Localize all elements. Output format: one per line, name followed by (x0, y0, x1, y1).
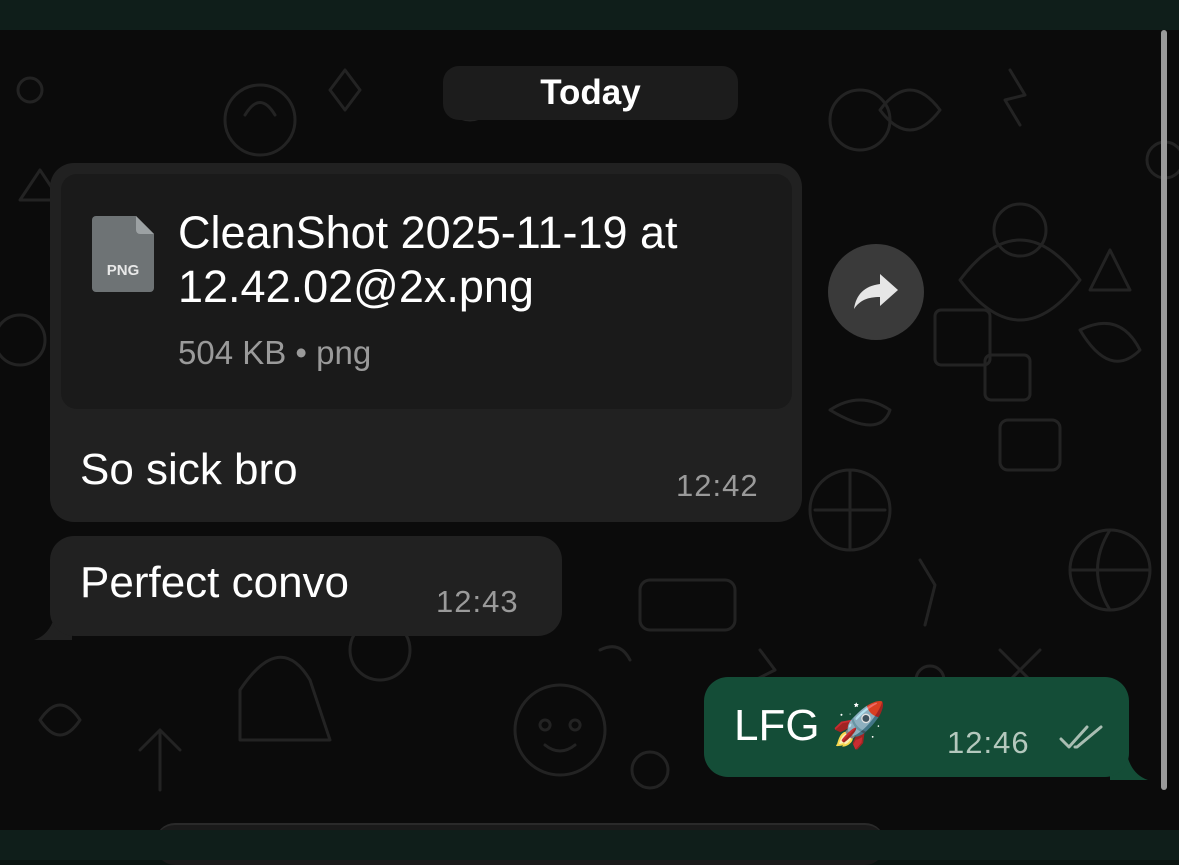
scrollbar[interactable] (1161, 30, 1167, 790)
forward-arrow-icon (854, 274, 898, 309)
png-file-icon (92, 216, 154, 292)
date-separator: Today (443, 66, 738, 120)
text-message-bubble[interactable]: Perfect convo 12:43 (50, 536, 562, 636)
outgoing-message-bubble[interactable]: LFG 🚀 12:46 (704, 677, 1129, 777)
message-text: So sick bro (80, 445, 298, 494)
file-message-bubble[interactable]: PNG CleanShot 2025-11-19 at 12.42.02@2x.… (50, 163, 802, 522)
read-receipt-icon (1059, 725, 1103, 749)
message-time: 12:46 (947, 725, 1030, 760)
file-attachment[interactable]: PNG CleanShot 2025-11-19 at 12.42.02@2x.… (61, 174, 792, 409)
message-time: 12:42 (676, 468, 759, 503)
file-name: CleanShot 2025-11-19 at 12.42.02@2x.png (178, 207, 678, 312)
file-type-label: PNG (106, 262, 140, 279)
file-meta: 504 KB • png (178, 334, 372, 371)
top-bar (0, 0, 1179, 30)
message-time: 12:43 (436, 584, 519, 619)
bottom-bar (0, 830, 1179, 860)
forward-button[interactable] (828, 244, 924, 340)
chat-area[interactable]: Today PNG CleanShot 2025-11-19 at 12.42.… (0, 30, 1179, 800)
message-text: Perfect convo (80, 558, 350, 607)
message-text: LFG 🚀 (734, 701, 887, 750)
